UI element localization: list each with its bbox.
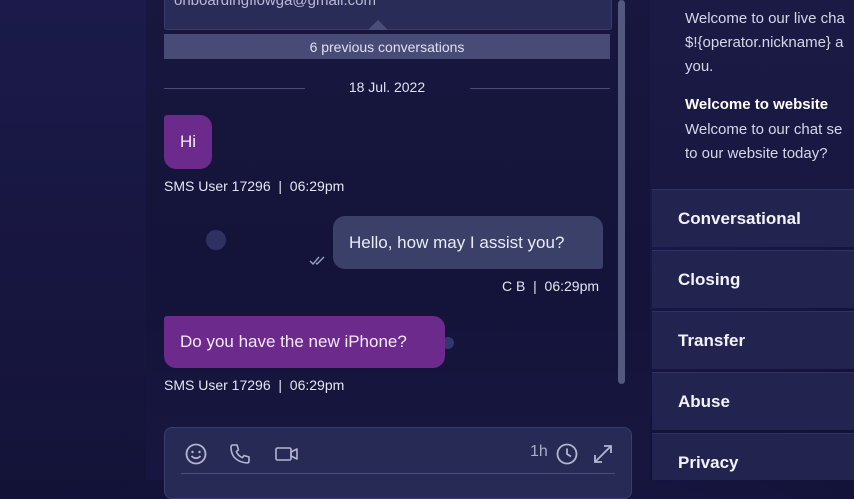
- message-meta: SMS User 17296 | 06:29pm: [164, 377, 345, 393]
- message-text: Do you have the new iPhone?: [180, 332, 407, 351]
- canned-response-title[interactable]: Welcome to website: [685, 96, 828, 113]
- chat-scrollbar[interactable]: [618, 0, 625, 384]
- expand-icon[interactable]: [591, 442, 615, 466]
- emoji-icon[interactable]: [184, 442, 208, 466]
- canned-response-text[interactable]: Welcome to our chat se: [685, 121, 842, 138]
- category-transfer[interactable]: Transfer: [652, 311, 854, 369]
- category-privacy[interactable]: Privacy: [652, 433, 854, 480]
- glow-dot: [206, 230, 226, 250]
- double-check-icon: [309, 255, 329, 270]
- category-closing[interactable]: Closing: [652, 250, 854, 308]
- canned-response-text[interactable]: Welcome to our live cha: [685, 10, 845, 27]
- message-meta: C B | 06:29pm: [502, 278, 600, 294]
- message-bubble-outgoing[interactable]: Hello, how may I assist you?: [333, 216, 603, 269]
- message-text: Hello, how may I assist you?: [349, 232, 565, 252]
- canned-response-text[interactable]: you.: [685, 58, 713, 75]
- category-conversational[interactable]: Conversational: [652, 189, 854, 247]
- message-meta: SMS User 17296 | 06:29pm: [164, 178, 345, 194]
- composer-input-line[interactable]: [181, 473, 615, 474]
- video-icon[interactable]: [274, 442, 300, 466]
- timer-label: 1h: [530, 443, 548, 460]
- date-label: 18 Jul. 2022: [348, 79, 426, 95]
- chat-panel: onboardingflowga@gmail.com 6 previous co…: [146, 0, 650, 480]
- canned-responses-preview: Welcome to our live cha $!{operator.nick…: [650, 0, 854, 189]
- canned-response-text[interactable]: $!{operator.nickname} a: [685, 34, 843, 51]
- message-bubble-incoming[interactable]: Hi: [164, 115, 213, 169]
- partial-email: onboardingflowga@gmail.com: [174, 0, 377, 9]
- message-text: Hi: [180, 132, 197, 151]
- left-background: [0, 0, 146, 480]
- previous-conversations-button[interactable]: 6 previous conversations: [164, 34, 610, 59]
- caret-up-icon: [368, 20, 388, 30]
- canned-response-text[interactable]: to our website today?: [685, 145, 828, 162]
- phone-icon[interactable]: [228, 442, 252, 466]
- message-bubble-incoming[interactable]: Do you have the new iPhone?: [164, 316, 445, 368]
- clock-icon[interactable]: [555, 442, 579, 466]
- date-separator: 18 Jul. 2022: [164, 78, 610, 98]
- category-abuse[interactable]: Abuse: [652, 372, 854, 430]
- message-composer: 1h: [164, 427, 632, 499]
